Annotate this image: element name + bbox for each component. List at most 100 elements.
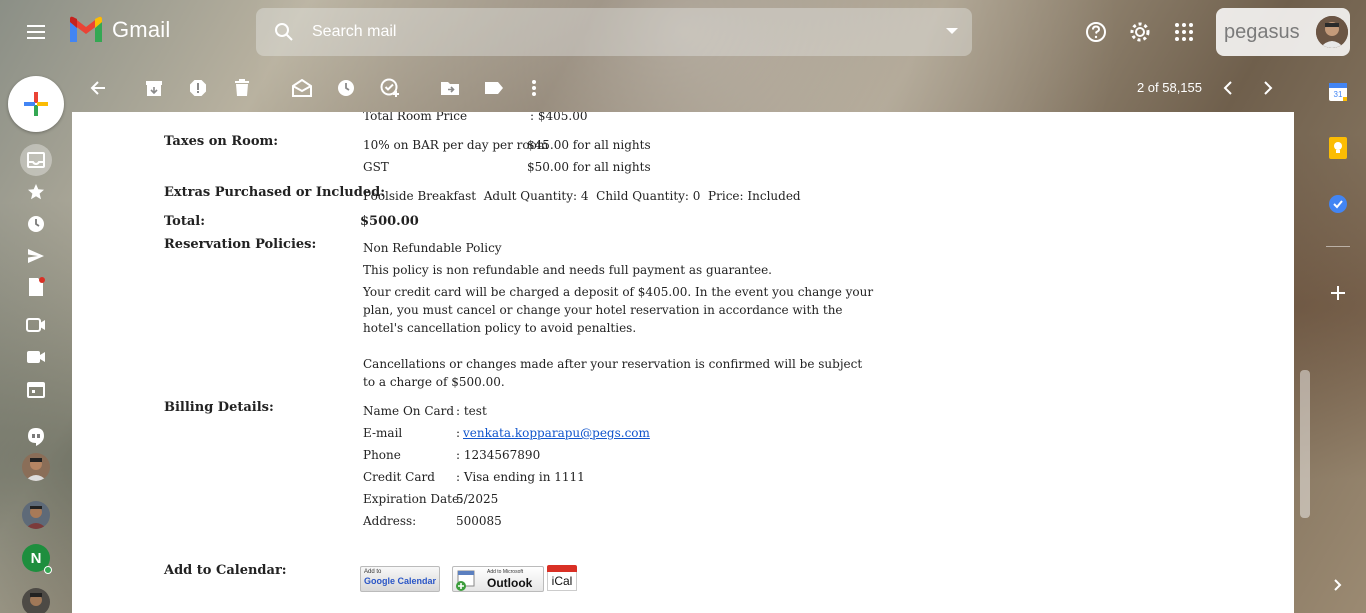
add-to-ical-button[interactable]: iCal [547,565,577,593]
compose-button[interactable] [8,76,64,132]
starred-nav[interactable] [20,176,52,208]
meet-new-meeting-nav[interactable] [20,309,52,341]
search-bar[interactable] [256,8,972,56]
tax-value: $45.00 for all nights [527,138,651,152]
billing-field-value: : Visa ending in 1111 [456,470,585,484]
billing-field-label: Address: [363,514,417,528]
main-menu-button[interactable] [16,12,56,52]
add-to-outlook-button[interactable]: Add to Microsoft Outlook [452,566,544,592]
extras-label: Extras Purchased or Included: [164,185,385,200]
tasks-check-icon [1329,195,1347,213]
policy-text: hotel's cancellation policy to avoid pen… [363,321,637,335]
draft-document-icon [29,277,45,296]
inbox-nav[interactable] [20,144,52,176]
tasks-addon-button[interactable] [1318,184,1358,224]
delete-button[interactable] [226,72,258,104]
calendar-label: Add to Calendar: [164,563,287,578]
billing-field-value: : test [456,404,487,418]
policy-text: plan, you must cancel or change your hot… [363,303,843,317]
mark-unread-button[interactable] [286,72,318,104]
hangouts-nav[interactable] [20,421,52,453]
billing-field-label: E-mail [363,426,403,440]
hangouts-quote-icon [28,428,44,446]
report-spam-icon [190,80,206,96]
keep-bulb-icon [1329,137,1347,159]
keep-addon-button[interactable] [1318,128,1358,168]
google-calendar-icon: 31 [1329,83,1347,101]
side-panel-divider [1326,246,1350,247]
add-to-tasks-button[interactable] [374,72,406,104]
settings-button[interactable] [1120,12,1160,52]
policies-label: Reservation Policies: [164,237,317,252]
mark-unread-icon [292,79,312,97]
send-icon [28,249,44,263]
meet-calendar-nav[interactable] [20,373,52,405]
calendar-icon [27,382,45,398]
meet-join-nav[interactable] [20,341,52,373]
new-meeting-icon [26,318,45,332]
help-icon [1086,22,1106,42]
search-input[interactable] [312,23,912,41]
newer-button[interactable] [1212,72,1244,104]
google-apps-button[interactable] [1164,12,1204,52]
pagination-count: 2 of 58,155 [1136,80,1202,95]
account-switcher[interactable]: pegasus [1216,8,1350,56]
contact-avatar-1[interactable] [22,453,50,481]
billing-field-label: Expiration Date: [363,492,464,506]
account-avatar[interactable] [1316,16,1348,48]
drafts-nav[interactable] [20,271,52,303]
google-calendar-big-text: Google Calendar [364,576,437,586]
report-spam-button[interactable] [182,72,214,104]
outlook-big-text: Outlook [487,576,533,590]
contact-avatar-2[interactable] [22,501,50,529]
billing-field-label: Credit Card [363,470,435,484]
move-to-folder-icon [441,82,459,95]
older-button[interactable] [1252,72,1284,104]
contact-avatar-4[interactable] [22,588,50,613]
policy-text: to a charge of $500.00. [363,375,505,389]
billing-email-link[interactable]: venkata.kopparapu@pegs.com [463,424,650,442]
google-calendar-small-text: Add to [364,569,382,575]
add-task-icon [380,78,399,97]
search-icon[interactable] [256,8,312,56]
policy-text: Your credit card will be charged a depos… [363,285,874,299]
email-body: Total Room Price : $405.00 Taxes on Room… [72,112,1294,613]
billing-field-label: Phone [363,448,401,462]
search-options-icon[interactable] [946,28,958,34]
video-camera-icon [27,351,45,363]
room-price-label: Total Room Price [363,112,468,123]
snoozed-nav[interactable] [20,208,52,240]
billing-field-label: Name On Card [363,404,455,418]
more-actions-button[interactable] [518,72,550,104]
svg-text:31: 31 [1334,90,1343,99]
room-price-value: : $405.00 [530,112,588,123]
calendar-addon-button[interactable]: 31 [1318,72,1358,112]
sent-nav[interactable] [20,240,52,272]
more-vertical-icon [532,80,536,96]
gmail-logo[interactable]: Gmail [68,16,170,44]
move-to-button[interactable] [434,72,466,104]
snooze-button[interactable] [330,72,362,104]
archive-button[interactable] [138,72,170,104]
back-button[interactable] [82,72,114,104]
outlook-calendar-icon [456,570,475,591]
chevron-left-icon [1223,81,1232,95]
support-button[interactable] [1076,12,1116,52]
ical-header [547,565,577,572]
top-bar: Gmail pegasus [0,0,1366,64]
get-addons-button[interactable] [1318,273,1358,313]
billing-field-value: 5/2025 [456,492,499,506]
show-side-panel-button[interactable] [1318,565,1358,605]
add-to-google-calendar-button[interactable]: Add to Google Calendar [360,566,440,592]
labels-button[interactable] [478,72,510,104]
email-scrollbar[interactable] [1298,112,1310,613]
tax-name: 10% on BAR per day per room [363,138,549,152]
contact-avatar-letter: N [30,549,42,567]
gear-icon [1130,22,1150,42]
scrollbar-thumb[interactable] [1300,370,1310,518]
archive-icon [146,81,162,96]
total-label: Total: [164,214,206,229]
app-name: Gmail [112,17,171,42]
chevron-right-icon [1334,579,1342,591]
tax-value: $50.00 for all nights [527,160,651,174]
